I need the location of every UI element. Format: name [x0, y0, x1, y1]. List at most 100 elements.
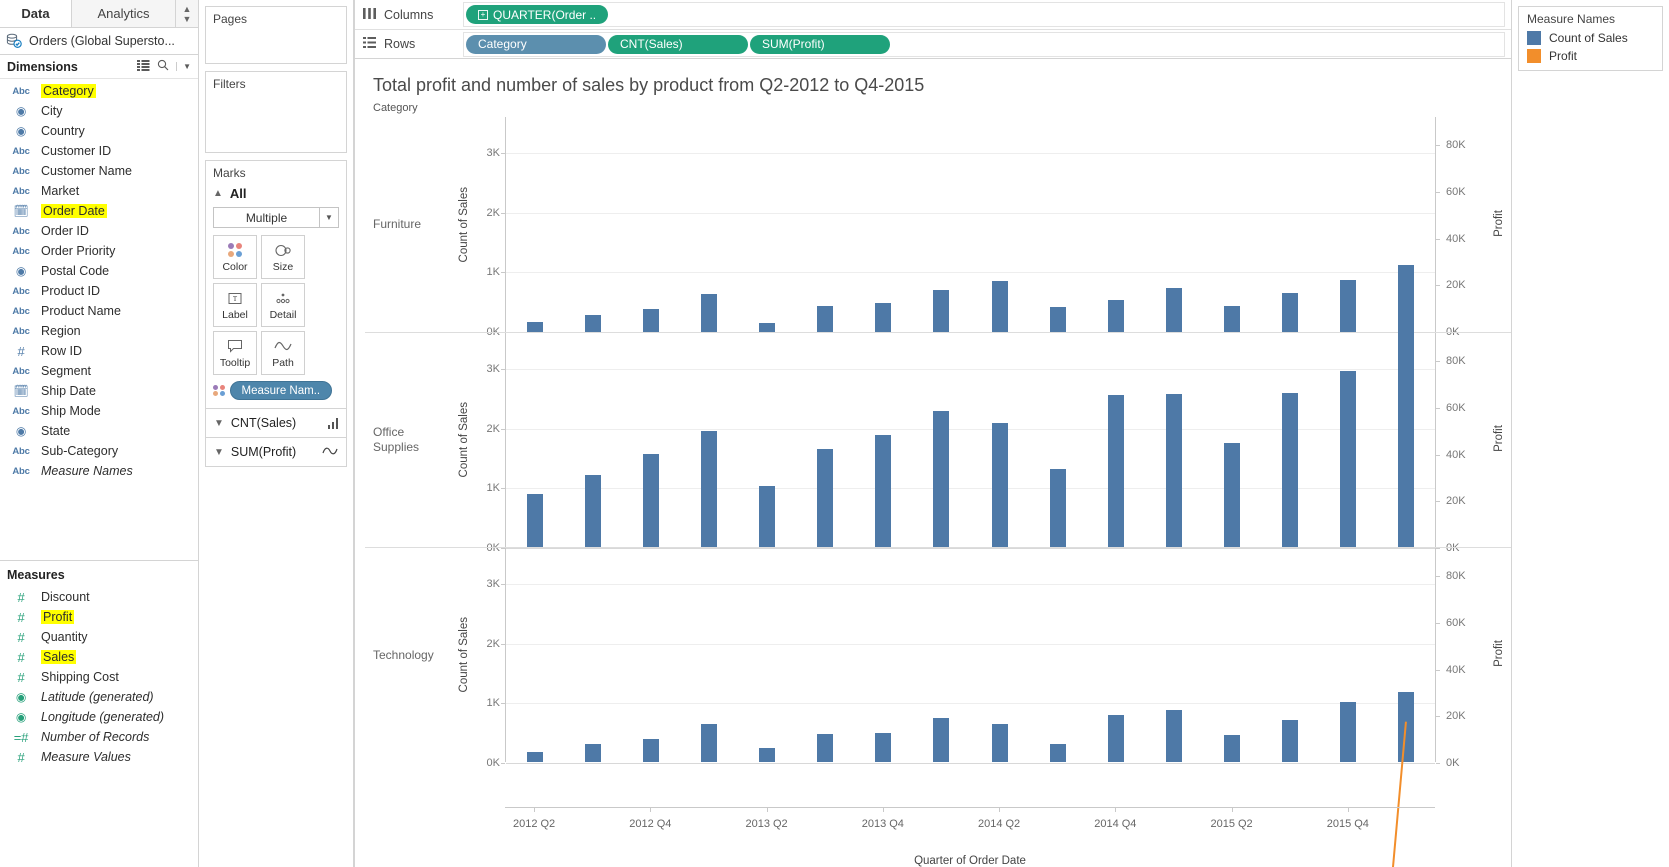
color-shelf-button[interactable]: Color — [213, 235, 257, 279]
field-product-id[interactable]: Abc Product ID — [0, 281, 198, 301]
field-region[interactable]: Abc Region — [0, 321, 198, 341]
field-state[interactable]: ◉ State — [0, 421, 198, 441]
pill-quarter-order-date[interactable]: + QUARTER(Order .. — [466, 5, 609, 24]
marks-shelf-buttons: Color Size T Label Detail Tooltip Path — [206, 235, 346, 381]
x-tick-label: 2014 Q2 — [977, 818, 1021, 830]
columns-drop-zone[interactable]: + QUARTER(Order .. — [463, 2, 1505, 27]
field-ship-date[interactable]: 🗓 Ship Date — [0, 381, 198, 401]
filters-card[interactable]: Filters — [205, 71, 347, 153]
field-product-name[interactable]: Abc Product Name — [0, 301, 198, 321]
field-sales[interactable]: # Sales — [0, 647, 198, 667]
field-label: Longitude (generated) — [41, 710, 165, 724]
field-market[interactable]: Abc Market — [0, 181, 198, 201]
pages-card[interactable]: Pages — [205, 6, 347, 64]
tooltip-shelf-label: Tooltip — [219, 357, 251, 369]
field-row-id[interactable]: # Row ID — [0, 341, 198, 361]
field-order-priority[interactable]: Abc Order Priority — [0, 241, 198, 261]
field-order-date[interactable]: 🗓 Order Date — [0, 201, 198, 221]
field-label: Postal Code — [41, 264, 110, 278]
path-shelf-button[interactable]: Path — [261, 331, 305, 375]
right-axis: 0K 20K 40K 60K 80K Profit — [1435, 548, 1511, 769]
label-shelf-button[interactable]: T Label — [213, 283, 257, 327]
x-axis-ticks: 2012 Q2 2012 Q4 2013 Q2 2013 Q4 2014 Q2 2014 … — [505, 807, 1435, 851]
pill-label: CNT(Sales) — [620, 37, 683, 51]
left-axis-ticks: 0K 1K 2K 3K — [473, 333, 505, 554]
row-header-label: Office Supplies — [373, 425, 420, 454]
field-discount[interactable]: # Discount — [0, 587, 198, 607]
marks-all-row[interactable]: ▲ All — [206, 184, 346, 207]
column-header-category: Category — [373, 102, 418, 114]
field-quantity[interactable]: # Quantity — [0, 627, 198, 647]
field-category[interactable]: Abc Category — [0, 81, 198, 101]
field-customer-name[interactable]: Abc Customer Name — [0, 161, 198, 181]
size-shelf-label: Size — [272, 261, 294, 273]
field-measure-values[interactable]: # Measure Values — [0, 747, 198, 767]
field-ship-mode[interactable]: Abc Ship Mode — [0, 401, 198, 421]
field-postal-code[interactable]: ◉ Postal Code — [0, 261, 198, 281]
field-number-of-records[interactable]: =# Number of Records — [0, 727, 198, 747]
field-label: Latitude (generated) — [41, 690, 154, 704]
datasource-row[interactable]: Orders (Global Supersto... — [0, 28, 198, 55]
pill-cnt-sales[interactable]: CNT(Sales) — [608, 34, 748, 54]
size-icon — [274, 241, 292, 259]
chevron-down-icon[interactable]: ▼ — [319, 208, 338, 227]
marks-color-pill-row: Measure Nam.. — [206, 381, 346, 408]
marks-all-label: All — [229, 186, 247, 201]
plot[interactable] — [505, 548, 1435, 762]
measures-label: Measures — [7, 568, 65, 582]
field-sub-category[interactable]: Abc Sub-Category — [0, 441, 198, 461]
shelves: Columns + QUARTER(Order .. Rows Category… — [355, 0, 1511, 59]
field-order-id[interactable]: Abc Order ID — [0, 221, 198, 241]
field-longitude-generated[interactable]: ◉ Longitude (generated) — [0, 707, 198, 727]
field-city[interactable]: ◉ City — [0, 101, 198, 121]
detail-shelf-label: Detail — [269, 309, 297, 321]
chevron-down-icon[interactable]: ▼ — [214, 447, 224, 458]
path-line-icon — [274, 337, 292, 355]
plot[interactable] — [505, 117, 1435, 333]
field-customer-id[interactable]: Abc Customer ID — [0, 141, 198, 161]
panel-furniture: Furniture Count of Sales 0K 1K 2K 3K 0K 20K 40K 6… — [365, 117, 1511, 338]
legend-item-count-of-sales[interactable]: Count of Sales — [1519, 30, 1662, 48]
tooltip-shelf-button[interactable]: Tooltip — [213, 331, 257, 375]
chevron-down-icon[interactable]: ▼ — [176, 62, 191, 71]
right-axis-title: Profit — [1493, 425, 1505, 452]
search-icon[interactable] — [157, 59, 169, 74]
measure-card-cnt-sales[interactable]: ▼ CNT(Sales) — [206, 408, 346, 437]
x-tick-label: 2013 Q4 — [861, 818, 904, 830]
measure-names-color-pill[interactable]: Measure Nam.. — [229, 381, 333, 400]
field-label: Sub-Category — [41, 444, 119, 458]
field-measure-names[interactable]: Abc Measure Names — [0, 461, 198, 481]
field-label: Order Date — [41, 204, 107, 218]
pill-category[interactable]: Category — [466, 34, 606, 54]
chevron-up-icon[interactable]: ▲ — [213, 188, 223, 199]
mark-type-dropdown[interactable]: Multiple ▼ — [213, 207, 339, 228]
field-country[interactable]: ◉ Country — [0, 121, 198, 141]
field-segment[interactable]: Abc Segment — [0, 361, 198, 381]
field-latitude-generated[interactable]: ◉ Latitude (generated) — [0, 687, 198, 707]
expand-plus-icon[interactable]: + — [478, 9, 488, 20]
size-shelf-button[interactable]: Size — [261, 235, 305, 279]
legend-item-profit[interactable]: Profit — [1519, 48, 1662, 70]
left-axis-ticks: 0K 1K 2K 3K — [473, 548, 505, 769]
field-shipping-cost[interactable]: # Shipping Cost — [0, 667, 198, 687]
pill-sum-profit[interactable]: SUM(Profit) — [750, 34, 890, 54]
color-shelf-label: Color — [222, 261, 248, 273]
color-dots-icon — [213, 384, 225, 397]
field-label: Product Name — [41, 304, 121, 318]
pane-resize-icon[interactable]: ▲ ▼ — [176, 0, 198, 27]
measure-card-sum-profit[interactable]: ▼ SUM(Profit) — [206, 437, 346, 466]
tableau-window: Data Analytics ▲ ▼ Orders (Global Superst… — [0, 0, 1669, 867]
grid-view-icon[interactable] — [137, 59, 150, 74]
tab-data[interactable]: Data — [0, 0, 72, 27]
field-label: Category — [41, 84, 96, 98]
plot[interactable] — [505, 330, 1435, 549]
field-profit[interactable]: # Profit — [0, 607, 198, 627]
detail-shelf-button[interactable]: Detail — [261, 283, 305, 327]
left-axis-title: Count of Sales — [458, 402, 470, 478]
rows-drop-zone[interactable]: Category CNT(Sales) SUM(Profit) — [463, 31, 1505, 57]
pill-label: QUARTER(Order .. — [493, 7, 597, 22]
tab-analytics[interactable]: Analytics — [72, 0, 176, 27]
svg-text:T: T — [233, 295, 238, 303]
chevron-down-icon[interactable]: ▼ — [214, 418, 224, 429]
field-label: Sales — [41, 650, 77, 664]
